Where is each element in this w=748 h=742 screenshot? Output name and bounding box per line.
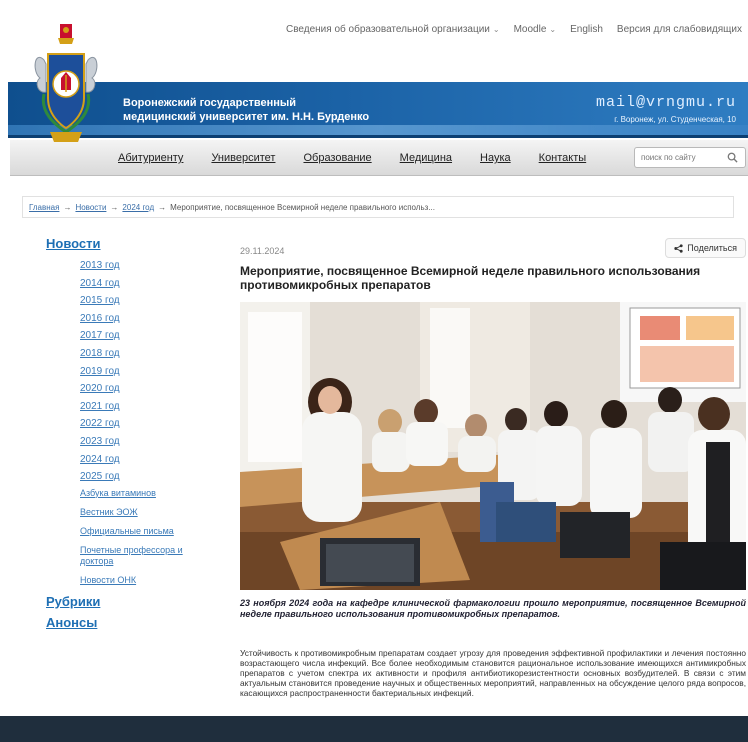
sidebar-year-link[interactable]: 2015 год — [80, 292, 216, 310]
search-box — [634, 147, 746, 168]
search-icon[interactable] — [723, 149, 741, 167]
main-nav-education[interactable]: Образование — [303, 152, 371, 164]
article-photo[interactable] — [240, 302, 746, 590]
sidebar-year-link[interactable]: 2025 год — [80, 468, 216, 486]
main-nav-contacts[interactable]: Контакты — [539, 152, 587, 164]
search-input[interactable] — [635, 153, 723, 162]
chevron-down-icon: ⌄ — [549, 25, 557, 34]
share-icon — [674, 243, 683, 253]
top-nav-item-moodle[interactable]: Moodle ⌄ — [514, 24, 557, 35]
header-email[interactable]: mail@vrngmu.ru — [596, 94, 736, 111]
article-lead: 23 ноября 2024 года на кафедре клиническ… — [240, 598, 746, 619]
breadcrumb-year[interactable]: 2024 год — [122, 203, 154, 212]
sidebar: Новости 2013 год 2014 год 2015 год 2016 … — [46, 236, 216, 630]
article-date: 29.11.2024 — [240, 246, 285, 256]
main-nav-science[interactable]: Наука — [480, 152, 511, 164]
chevron-down-icon: ⌄ — [492, 25, 500, 34]
sidebar-year-link[interactable]: 2021 год — [80, 398, 216, 416]
breadcrumb-separator: → — [63, 202, 72, 212]
sidebar-sublink[interactable]: Официальные письма — [80, 526, 216, 537]
sidebar-year-link[interactable]: 2019 год — [80, 363, 216, 381]
university-name[interactable]: Воронежский государственный медицинский … — [123, 96, 369, 124]
sidebar-sublink[interactable]: Азбука витаминов — [80, 488, 216, 499]
sidebar-year-link[interactable]: 2024 год — [80, 451, 216, 469]
breadcrumb-news[interactable]: Новости — [75, 203, 106, 212]
sidebar-rubrics-heading[interactable]: Рубрики — [46, 594, 216, 609]
sidebar-sublink[interactable]: Вестник ЭОЖ — [80, 507, 216, 518]
header-banner: Воронежский государственный медицинский … — [8, 82, 748, 138]
article-body: Устойчивость к противомикробным препарат… — [240, 648, 746, 698]
sidebar-announcements-heading[interactable]: Анонсы — [46, 615, 216, 630]
sidebar-years-list: 2013 год 2014 год 2015 год 2016 год 2017… — [80, 257, 216, 486]
main-nav-university[interactable]: Университет — [211, 152, 275, 164]
university-name-line1: Воронежский государственный — [123, 97, 297, 109]
top-nav-item-accessibility[interactable]: Версия для слабовидящих — [617, 24, 742, 35]
university-emblem-logo[interactable] — [30, 20, 102, 152]
sidebar-year-link[interactable]: 2023 год — [80, 433, 216, 451]
main-nav-medicine[interactable]: Медицина — [400, 152, 452, 164]
top-utility-nav: Сведения об образовательной организации ⌄… — [286, 24, 742, 35]
main-nav-bar: Абитуриенту Университет Образование Меди… — [10, 140, 748, 176]
sidebar-year-link[interactable]: 2016 год — [80, 310, 216, 328]
article-title: Мероприятие, посвященное Всемирной недел… — [240, 264, 701, 292]
footer-bar — [0, 716, 748, 742]
sidebar-year-link[interactable]: 2013 год — [80, 257, 216, 275]
share-button[interactable]: Поделиться — [665, 238, 746, 258]
top-nav-item-english[interactable]: English — [570, 24, 603, 35]
top-nav-label: Сведения об образовательной организации — [286, 24, 490, 35]
sidebar-year-link[interactable]: 2018 год — [80, 345, 216, 363]
share-label: Поделиться — [687, 243, 737, 253]
breadcrumb-home[interactable]: Главная — [29, 203, 59, 212]
sidebar-year-link[interactable]: 2022 год — [80, 415, 216, 433]
sidebar-sublinks: Азбука витаминов Вестник ЭОЖ Официальные… — [80, 488, 216, 586]
breadcrumb: Главная → Новости → 2024 год → Мероприят… — [22, 196, 734, 218]
breadcrumb-current: Мероприятие, посвященное Всемирной недел… — [170, 202, 435, 212]
sidebar-news-heading[interactable]: Новости — [46, 236, 216, 251]
sidebar-year-link[interactable]: 2020 год — [80, 380, 216, 398]
main-nav-items: Абитуриенту Университет Образование Меди… — [118, 152, 586, 164]
breadcrumb-separator: → — [110, 202, 119, 212]
sidebar-sublink[interactable]: Почетные профессора и доктора — [80, 545, 216, 567]
sidebar-sublink[interactable]: Новости ОНК — [80, 575, 216, 586]
university-name-line2: медицинский университет им. Н.Н. Бурденк… — [123, 111, 370, 123]
sidebar-year-link[interactable]: 2017 год — [80, 327, 216, 345]
top-nav-label: Moodle — [513, 24, 547, 35]
header-address: г. Воронеж, ул. Студенческая, 10 — [614, 115, 736, 124]
top-nav-item-org-info[interactable]: Сведения об образовательной организации ⌄ — [286, 24, 500, 35]
top-utility-bar: Сведения об образовательной организации ⌄… — [0, 0, 748, 70]
main-nav-applicants[interactable]: Абитуриенту — [118, 152, 183, 164]
breadcrumb-separator: → — [158, 202, 167, 212]
sidebar-year-link[interactable]: 2014 год — [80, 275, 216, 293]
banner-stripe — [8, 125, 748, 135]
